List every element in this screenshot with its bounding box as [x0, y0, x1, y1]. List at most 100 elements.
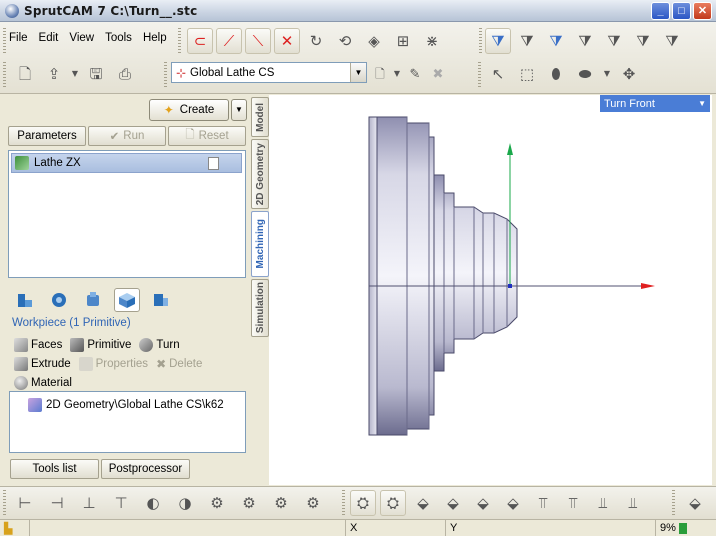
turn-button[interactable]: Turn: [139, 337, 180, 352]
tab-simulation[interactable]: Simulation: [251, 279, 269, 337]
filter-solids-button[interactable]: ⧩: [572, 28, 598, 54]
toolbar-grip[interactable]: [3, 62, 6, 88]
mill-operation-10-button[interactable]: ⫫: [620, 490, 646, 516]
turn-parting-button[interactable]: ⚙: [236, 490, 262, 516]
create-dropdown[interactable]: ▼: [231, 99, 247, 121]
mill-operation-2-button[interactable]: ⛭: [380, 490, 406, 516]
sprutcam-app-icon[interactable]: [5, 3, 19, 18]
edit-cs-button[interactable]: ✎: [405, 61, 425, 87]
minimize-button[interactable]: _: [651, 2, 670, 20]
save-button[interactable]: 🖫: [83, 61, 109, 87]
turn-facing-button[interactable]: ⊤: [108, 490, 134, 516]
transform-button[interactable]: ◈: [361, 28, 387, 54]
toolbar-grip[interactable]: [3, 28, 6, 54]
toolbar-grip[interactable]: [479, 28, 482, 54]
3d-viewport[interactable]: Turn Front ▼: [269, 95, 712, 485]
view-cube-button[interactable]: ✥: [616, 61, 642, 87]
import-button[interactable]: ⇪: [41, 61, 67, 87]
delete-cs-button[interactable]: ✖: [428, 61, 448, 87]
filter-points-button[interactable]: ⧩: [630, 28, 656, 54]
mill-operation-4-button[interactable]: ⬙: [440, 490, 466, 516]
tab-machine[interactable]: [12, 288, 38, 312]
snap-point-button[interactable]: ⊂: [187, 28, 213, 54]
run-button[interactable]: ✔ Run: [88, 126, 166, 146]
maximize-button[interactable]: □: [672, 2, 691, 20]
mill-operation-9-button[interactable]: ⫫: [590, 490, 616, 516]
turn-roughing-button[interactable]: ⊢: [12, 490, 38, 516]
mill-operation-6-button[interactable]: ⬙: [500, 490, 526, 516]
coordinate-system-select[interactable]: ⊹ Global Lathe CS ▼: [171, 62, 367, 83]
shading-button[interactable]: ⬮: [543, 61, 569, 87]
filter-curves-button[interactable]: ⧩: [514, 28, 540, 54]
filter-all-button[interactable]: ⧩: [485, 28, 511, 54]
tab-workpiece[interactable]: [114, 288, 140, 312]
mill-operation-5-button[interactable]: ⬙: [470, 490, 496, 516]
orbit-button[interactable]: ⟲: [332, 28, 358, 54]
toolbar-grip[interactable]: [178, 28, 181, 54]
snap-line-button[interactable]: ⟋: [216, 28, 242, 54]
print-button[interactable]: ⎙: [112, 61, 138, 87]
reset-button[interactable]: 🗋 Reset: [168, 126, 246, 146]
parameters-button[interactable]: Parameters: [8, 126, 86, 146]
material-button[interactable]: Material: [14, 375, 72, 390]
tab-model[interactable]: Model: [251, 97, 269, 137]
mill-operation-1-button[interactable]: ⛭: [350, 490, 376, 516]
render-mode-dropdown[interactable]: ▼: [601, 61, 613, 87]
trim-button[interactable]: ⋇: [419, 28, 445, 54]
snap-intersection-button[interactable]: ✕: [274, 28, 300, 54]
toolbar-grip[interactable]: [164, 62, 167, 88]
tab-machining[interactable]: Machining: [251, 211, 269, 277]
postprocessor-button[interactable]: Postprocessor: [101, 459, 190, 479]
turn-undercut-button[interactable]: ⚙: [268, 490, 294, 516]
filter-other-button[interactable]: ⧩: [659, 28, 685, 54]
properties-button[interactable]: Properties: [78, 356, 148, 371]
toolbar-grip[interactable]: [342, 490, 345, 516]
new-file-button[interactable]: 🗋: [12, 61, 38, 87]
select-pointer-button[interactable]: ↖: [485, 61, 511, 87]
grid-button[interactable]: ⊞: [390, 28, 416, 54]
mill-operation-7-button[interactable]: ⫪: [530, 490, 556, 516]
toolbar-grip[interactable]: [478, 62, 481, 88]
rotate-button[interactable]: ↻: [303, 28, 329, 54]
tab-fixtures[interactable]: [80, 288, 106, 312]
document-icon[interactable]: [208, 156, 219, 170]
tab-tools[interactable]: [46, 288, 72, 312]
tools-list-button[interactable]: Tools list: [10, 459, 99, 479]
new-cs-button[interactable]: 🗋: [371, 61, 389, 87]
menu-edit[interactable]: Edit: [38, 31, 60, 45]
turn-contour-button[interactable]: ⚙: [300, 490, 326, 516]
menu-view[interactable]: View: [68, 31, 95, 45]
list-item[interactable]: Lathe ZX: [11, 153, 242, 173]
tab-part[interactable]: [148, 288, 174, 312]
mill-operation-8-button[interactable]: ⫪: [560, 490, 586, 516]
view-select[interactable]: Turn Front ▼: [600, 95, 710, 112]
import-dropdown[interactable]: ▼: [70, 61, 80, 87]
list-item[interactable]: 2D Geometry\Global Lathe CS\k62: [28, 398, 224, 412]
menu-file[interactable]: File: [8, 31, 29, 45]
filter-faces-button[interactable]: ⧩: [543, 28, 569, 54]
mill-operation-3-button[interactable]: ⬙: [410, 490, 436, 516]
menu-help[interactable]: Help: [142, 31, 168, 45]
turn-drilling-button[interactable]: ◐: [140, 490, 166, 516]
delete-button[interactable]: ✖ Delete: [156, 357, 202, 371]
faces-button[interactable]: Faces: [14, 337, 62, 352]
chevron-down-icon[interactable]: ▼: [350, 63, 366, 82]
mill-operation-more-button[interactable]: ⬙: [682, 490, 708, 516]
snap-arc-button[interactable]: ⟍: [245, 28, 271, 54]
turn-threading-button[interactable]: ⚙: [204, 490, 230, 516]
turn-boring-button[interactable]: ◑: [172, 490, 198, 516]
toolbar-grip[interactable]: [672, 490, 675, 516]
new-cs-dropdown[interactable]: ▼: [392, 61, 402, 87]
toolbar-grip[interactable]: [3, 490, 6, 516]
render-mode-button[interactable]: ⬬: [572, 61, 598, 87]
extrude-button[interactable]: Extrude: [14, 356, 71, 371]
turn-finishing-button[interactable]: ⊣: [44, 490, 70, 516]
turn-grooving-button[interactable]: ⊥: [76, 490, 102, 516]
box-select-button[interactable]: ⬚: [514, 61, 540, 87]
filter-meshes-button[interactable]: ⧩: [601, 28, 627, 54]
menu-tools[interactable]: Tools: [104, 31, 133, 45]
create-button[interactable]: ✦ Create: [149, 99, 229, 121]
primitive-button[interactable]: Primitive: [70, 337, 131, 352]
close-button[interactable]: ✕: [693, 2, 712, 20]
tab-2d-geometry[interactable]: 2D Geometry: [251, 139, 269, 209]
